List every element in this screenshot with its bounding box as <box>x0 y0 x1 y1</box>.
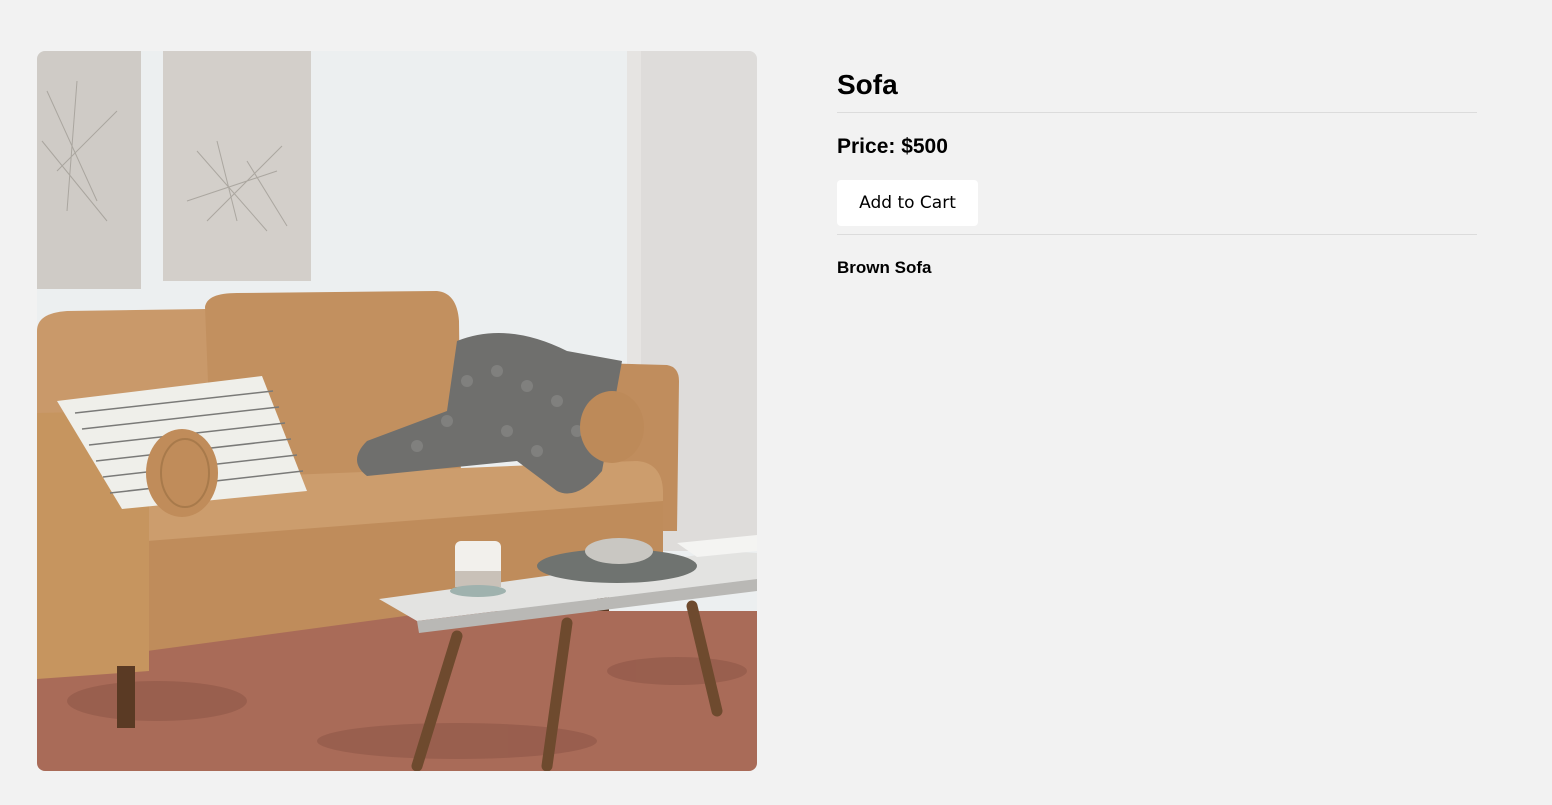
divider <box>837 234 1477 235</box>
sofa-photo <box>37 51 757 771</box>
product-description: Brown Sofa <box>837 258 932 277</box>
product-price: Price: $500 <box>837 135 948 158</box>
product-page: Sofa Price: $500 Add to Cart Brown Sofa <box>0 0 1552 805</box>
product-details: Sofa Price: $500 Add to Cart Brown Sofa <box>837 51 1477 280</box>
product-title: Sofa <box>837 51 1477 113</box>
add-to-cart-button[interactable]: Add to Cart <box>837 180 978 226</box>
product-image <box>37 51 757 771</box>
